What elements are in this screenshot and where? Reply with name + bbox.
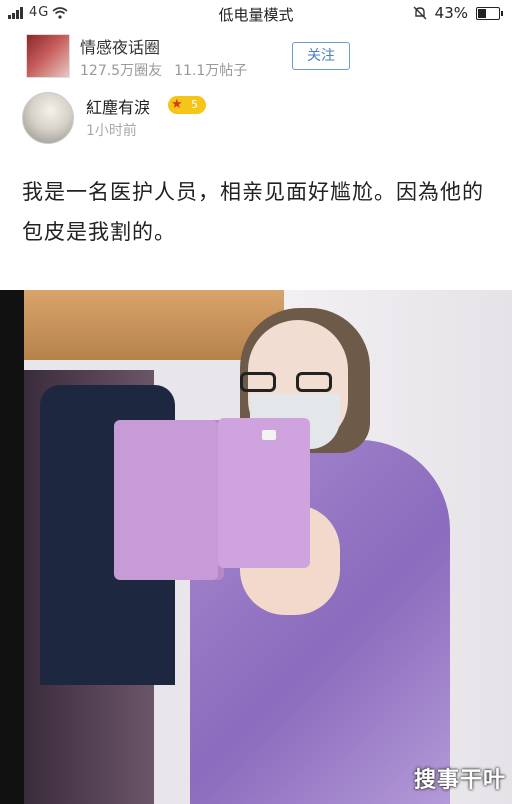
- status-bar: 4G 低电量模式 43%: [0, 0, 512, 28]
- group-posts: 11.1万帖子: [174, 63, 248, 79]
- star-icon: ★: [171, 97, 183, 112]
- post-text: 我是一名医护人员，相亲见面好尴尬。因為他的包皮是我割的。: [22, 180, 484, 244]
- post-photo[interactable]: 搜事干叶: [0, 290, 512, 804]
- photo-glasses: [236, 372, 346, 394]
- photo-phone: [218, 418, 310, 568]
- author-header: 紅塵有淚 ★ 5 1小时前: [0, 88, 512, 148]
- group-header: 情感夜话圈 127.5万圈友 11.1万帖子 关注: [0, 30, 512, 82]
- group-stats: 127.5万圈友 11.1万帖子: [80, 60, 247, 80]
- battery-icon: [476, 6, 503, 20]
- battery-fill: [478, 8, 486, 18]
- battery-percent: 43%: [434, 4, 468, 22]
- author-name[interactable]: 紅塵有淚: [86, 94, 150, 118]
- group-thumbnail[interactable]: [26, 34, 70, 78]
- watermark: 搜事干叶: [413, 768, 506, 793]
- level-number: 5: [191, 98, 198, 111]
- avatar[interactable]: [22, 92, 74, 144]
- photo-phone-camera: [262, 430, 276, 440]
- status-right: 43%: [413, 4, 503, 22]
- group-name[interactable]: 情感夜话圈: [80, 34, 160, 58]
- post-time: 1小时前: [86, 123, 137, 139]
- group-members: 127.5万圈友: [80, 63, 163, 79]
- follow-button[interactable]: 关注: [292, 42, 350, 70]
- level-badge: ★ 5: [168, 96, 206, 114]
- alarm-off-icon: [413, 6, 427, 20]
- photo-left-edge: [0, 290, 24, 804]
- photo-phone-cover: [114, 420, 224, 580]
